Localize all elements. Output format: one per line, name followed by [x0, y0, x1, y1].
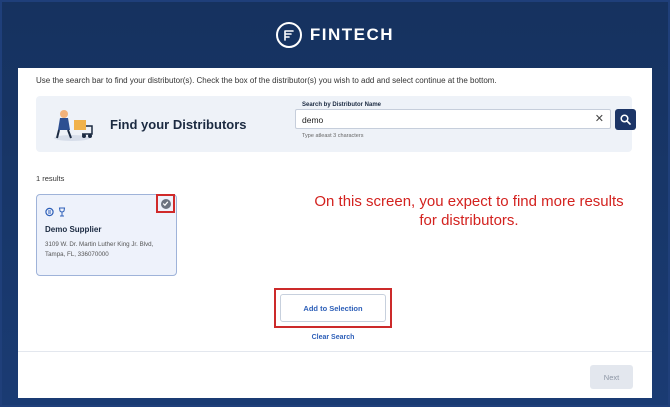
distributor-type-icons: [45, 207, 66, 217]
brand: FINTECH: [275, 22, 395, 48]
search-input[interactable]: [302, 112, 582, 127]
next-button[interactable]: Next: [590, 365, 633, 389]
distributor-name: Demo Supplier: [45, 225, 102, 234]
selection-highlight: [156, 194, 175, 213]
annotation-note: On this screen, you expect to find more …: [314, 193, 624, 229]
distributor-address: 3109 W. Dr. Martin Luther King Jr. Blvd,…: [45, 241, 154, 258]
fintech-logo-icon: [275, 22, 302, 48]
instructions-text: Use the search bar to find your distribu…: [36, 76, 497, 85]
close-icon[interactable]: ✕: [595, 112, 604, 126]
app-header: FINTECH: [2, 2, 668, 68]
distributor-checkbox[interactable]: [160, 198, 171, 209]
add-to-selection-button[interactable]: Add to Selection: [280, 294, 386, 322]
search-hint: Type atleast 3 characters: [302, 133, 364, 139]
footer-divider: [18, 351, 652, 352]
distributor-illustration-icon: [50, 106, 94, 147]
search-field: ✕: [295, 109, 611, 129]
results-count: 1 results: [36, 174, 65, 183]
search-button[interactable]: [615, 109, 636, 130]
add-button-highlight: Add to Selection: [274, 288, 392, 328]
checkmark-icon: [162, 201, 169, 207]
search-icon: [620, 114, 631, 125]
search-label: Search by Distributor Name: [302, 102, 382, 108]
clear-search-link[interactable]: Clear Search: [274, 334, 392, 341]
search-title: Find your Distributors: [110, 117, 247, 132]
search-card: Find your Distributors Search by Distrib…: [36, 96, 636, 152]
main-panel: Use the search bar to find your distribu…: [18, 68, 652, 398]
brand-name: FINTECH: [309, 25, 395, 44]
wine-glass-icon: [58, 207, 66, 217]
app-frame: FINTECH Use the search bar to find your …: [0, 0, 670, 407]
grocery-icon: [45, 207, 54, 217]
